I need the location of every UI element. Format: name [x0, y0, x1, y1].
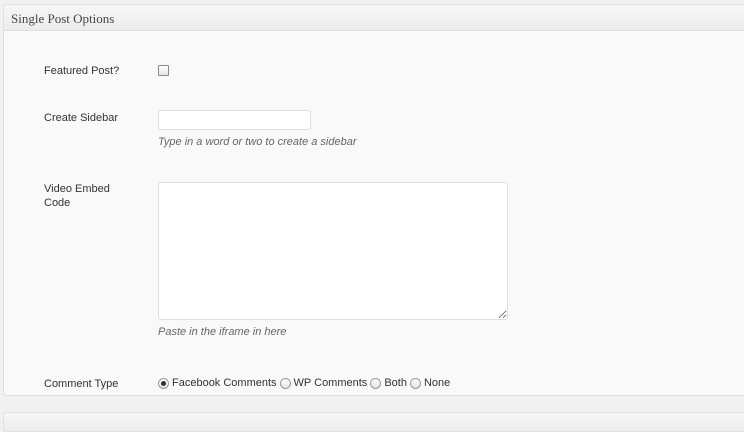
video-embed-textarea[interactable]	[158, 182, 508, 320]
create-sidebar-label: Create Sidebar	[44, 112, 118, 124]
comment-type-radio-group: Facebook Comments WP Comments Both None	[158, 377, 453, 389]
no-comments-radio[interactable]	[409, 377, 421, 389]
video-embed-label-line1: Video Embed	[44, 183, 110, 195]
facebook-comments-radio[interactable]	[158, 377, 169, 389]
wp-comments-radio[interactable]	[279, 377, 291, 389]
next-metabox-header[interactable]	[3, 412, 744, 432]
create-sidebar-input[interactable]	[158, 110, 311, 130]
facebook-comments-label[interactable]: Facebook Comments	[172, 377, 277, 389]
no-comments-label[interactable]: None	[424, 377, 450, 389]
create-sidebar-hint: Type in a word or two to create a sideba…	[158, 136, 357, 148]
video-embed-hint: Paste in the iframe in here	[158, 326, 287, 338]
both-comments-radio[interactable]	[370, 377, 382, 389]
comment-type-label: Comment Type	[44, 378, 119, 390]
wp-comments-label[interactable]: WP Comments	[294, 377, 368, 389]
featured-post-label: Featured Post?	[44, 65, 120, 77]
video-embed-label: Video Embed Code	[44, 182, 134, 210]
metabox-title: Single Post Options	[11, 11, 115, 26]
both-comments-label[interactable]: Both	[384, 377, 407, 389]
featured-post-checkbox[interactable]	[158, 65, 169, 76]
single-post-options-metabox: Single Post Options Featured Post? Creat…	[3, 4, 744, 396]
metabox-header[interactable]: Single Post Options	[4, 5, 744, 31]
video-embed-label-line2: Code	[44, 197, 71, 209]
